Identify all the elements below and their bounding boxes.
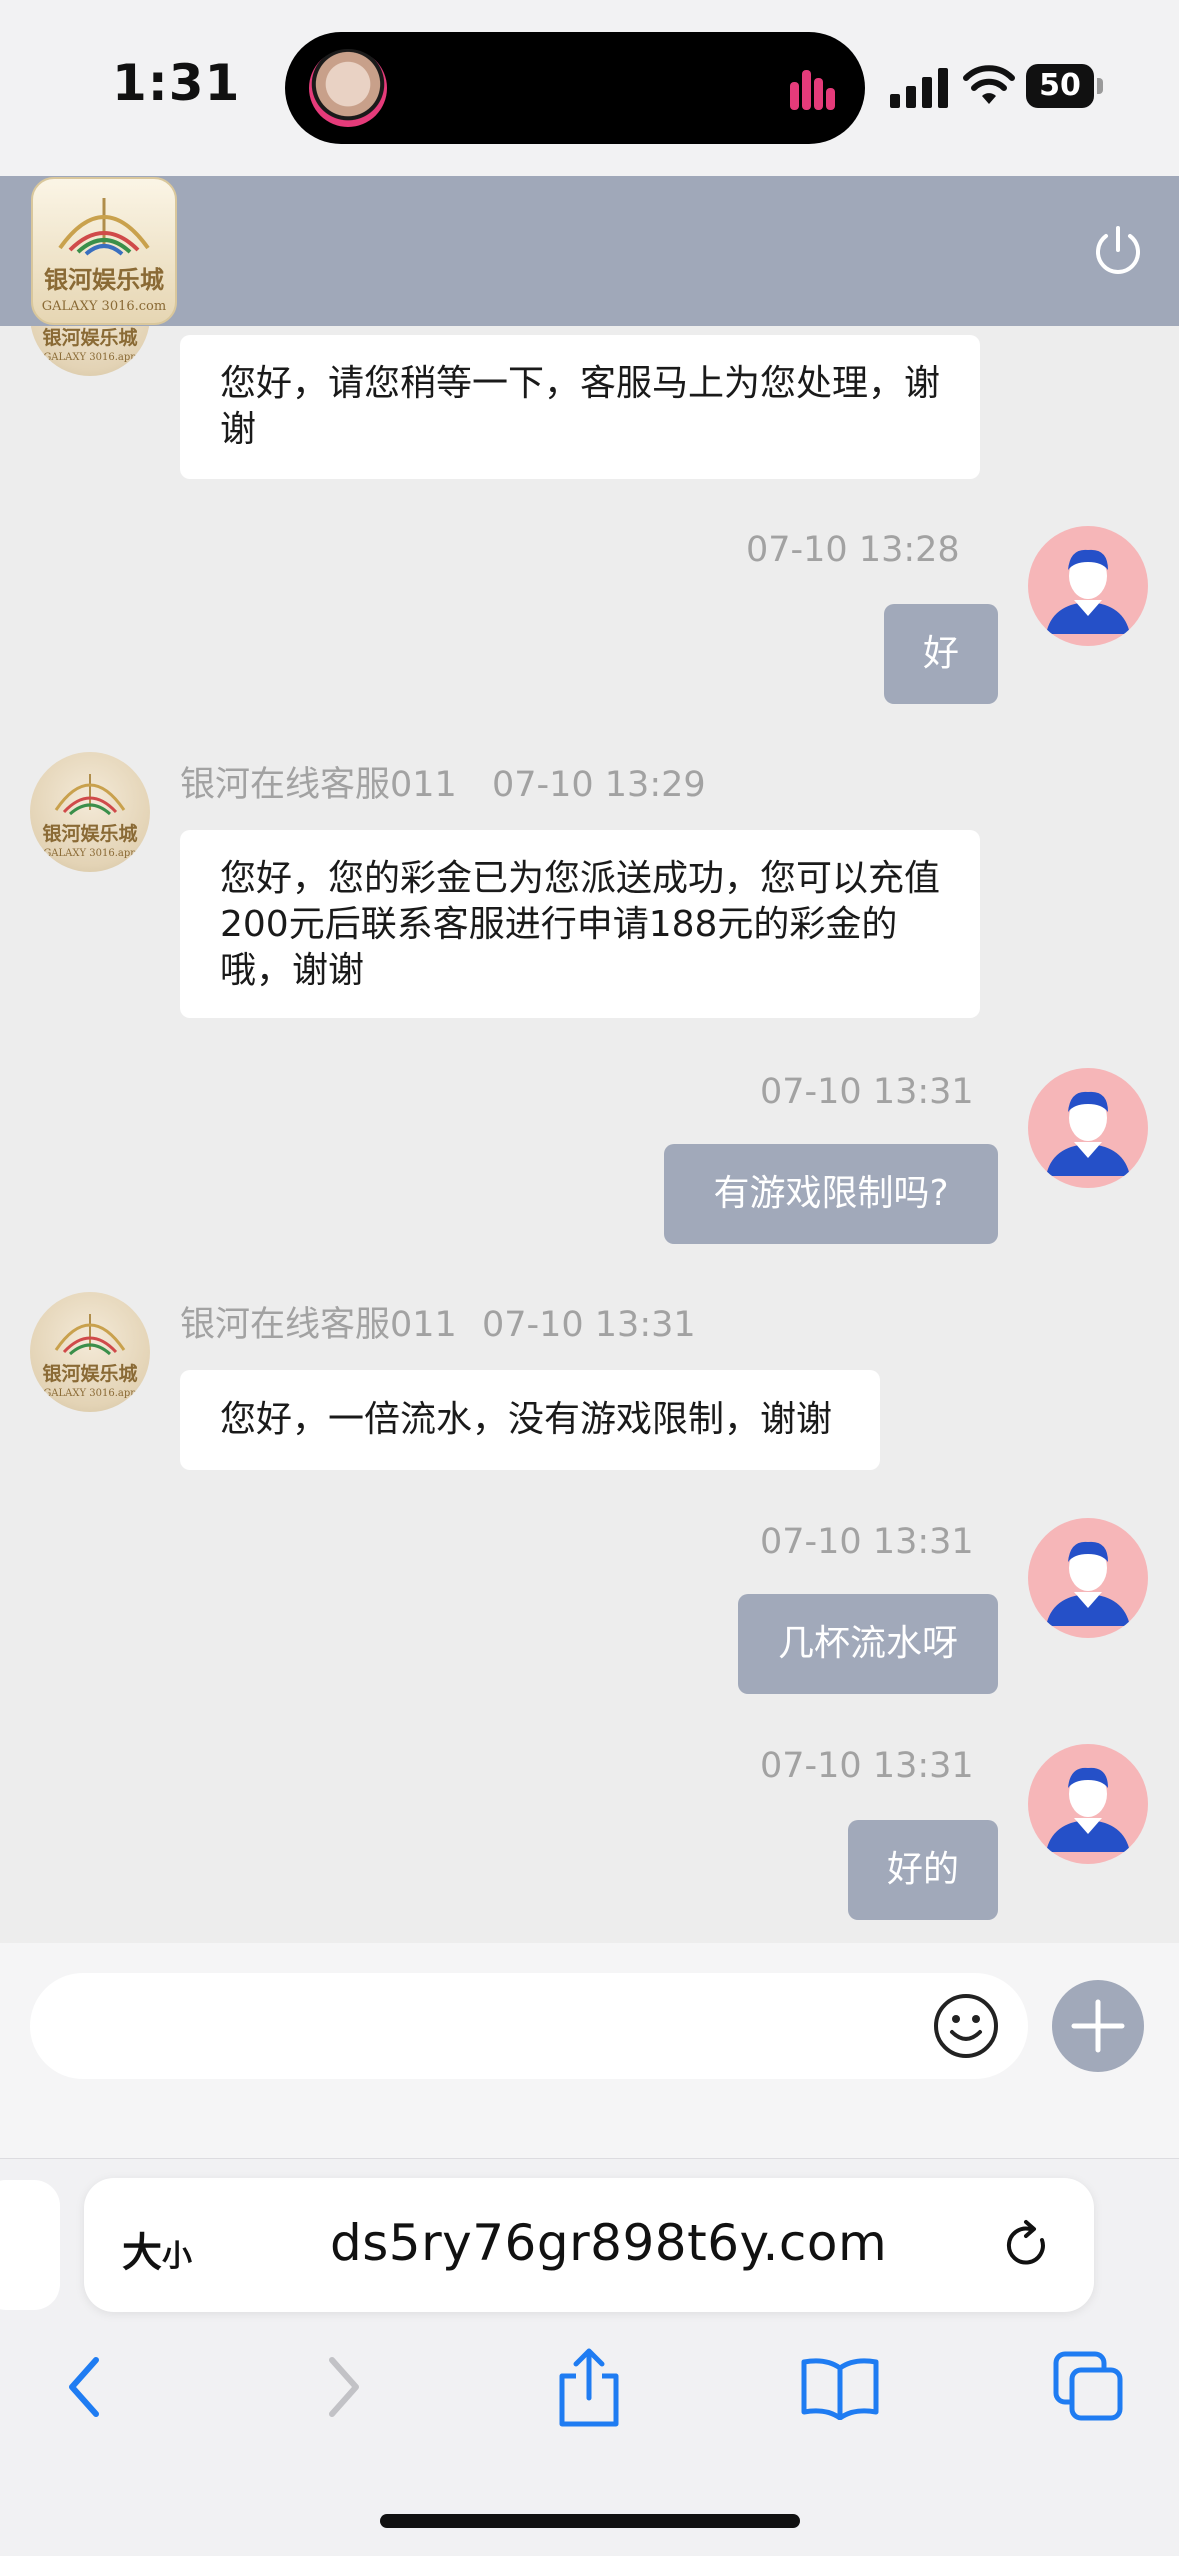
brand-logo-title: 银河娱乐城 (44, 265, 164, 294)
agent-message-meta: 银河在线客服011 07-10 13:31 (180, 1296, 696, 1347)
message-time: 07-10 13:31 (760, 1522, 974, 1562)
agent-message-bubble: 您好，一倍流水，没有游戏限制，谢谢 (180, 1370, 880, 1470)
user-avatar-icon (1046, 1767, 1130, 1852)
user-message-bubble: 几杯流水呀 (738, 1594, 998, 1694)
svg-text:GALAXY 3016.app: GALAXY 3016.app (43, 848, 136, 859)
previous-tab-preview[interactable] (0, 2180, 60, 2310)
brand-logo-subtitle: GALAXY 3016.com (42, 299, 166, 314)
agent-name: 银河在线客服011 (180, 1305, 457, 1345)
audio-bars-icon (790, 70, 835, 110)
agent-message-meta: 银河在线客服011 07-10 13:29 (180, 756, 706, 807)
battery-indicator: 50 (1026, 64, 1104, 108)
user-avatar[interactable] (1028, 1068, 1148, 1188)
add-attachment-button[interactable] (1052, 1980, 1144, 2072)
battery-tip (1097, 78, 1103, 94)
share-icon[interactable] (554, 2346, 624, 2430)
user-avatar-icon (1046, 549, 1130, 634)
back-icon[interactable] (64, 2354, 108, 2420)
wifi-icon (963, 65, 1015, 104)
message-time: 07-10 13:31 (481, 1305, 696, 1345)
brand-logo-icon: 银河娱乐城 GALAXY 3016.com (31, 177, 177, 325)
user-avatar-icon (1046, 1091, 1130, 1176)
text-size-button[interactable]: 大小 (122, 2220, 192, 2278)
reload-icon[interactable] (1000, 2218, 1056, 2274)
user-avatar[interactable] (1028, 526, 1148, 646)
user-avatar[interactable] (1028, 1518, 1148, 1638)
message-time: 07-10 13:29 (491, 765, 706, 805)
bookmarks-icon[interactable] (800, 2356, 880, 2420)
user-message-bubble: 好 (884, 604, 998, 704)
agent-avatar[interactable]: 银河娱乐城 GALAXY 3016.app (30, 1292, 150, 1412)
svg-text:GALAXY 3016.app: GALAXY 3016.app (43, 352, 136, 363)
message-input[interactable] (30, 1973, 1028, 2079)
url-text[interactable]: ds5ry76gr898t6y.com (330, 2214, 887, 2272)
plus-icon (1071, 1999, 1125, 2053)
svg-text:银河娱乐城: 银河娱乐城 (42, 822, 137, 845)
status-time: 1:31 (112, 54, 241, 112)
svg-text:银河娱乐城: 银河娱乐城 (42, 1362, 137, 1385)
now-playing-avatar-icon (309, 49, 387, 127)
user-avatar-icon (1046, 1541, 1130, 1626)
agent-avatar-logo-icon: 银河娱乐城 GALAXY 3016.app (42, 774, 138, 859)
cellular-signal-icon (890, 68, 948, 108)
message-time: 07-10 13:28 (746, 530, 960, 570)
tabs-icon[interactable] (1052, 2350, 1124, 2422)
battery-percent: 50 (1039, 68, 1081, 103)
smile-icon[interactable] (930, 1990, 1002, 2062)
message-time: 07-10 13:31 (760, 1072, 974, 1112)
agent-message-bubble: 您好，您的彩金已为您派送成功，您可以充值200元后联系客服进行申请188元的彩金… (180, 830, 980, 1018)
text-size-large-label: 大 (122, 2230, 162, 2276)
home-indicator[interactable] (380, 2514, 800, 2528)
svg-text:GALAXY 3016.app: GALAXY 3016.app (43, 1388, 136, 1399)
brand-logo: 银河娱乐城 GALAXY 3016.com (30, 176, 178, 326)
svg-text:银河娱乐城: 银河娱乐城 (42, 326, 137, 349)
power-icon[interactable] (1090, 222, 1146, 278)
message-time: 07-10 13:31 (760, 1746, 974, 1786)
agent-avatar[interactable]: 银河娱乐城 GALAXY 3016.app (30, 752, 150, 872)
agent-avatar-logo-icon: 银河娱乐城 GALAXY 3016.app (42, 1314, 138, 1399)
agent-message-bubble: 您好，请您稍等一下，客服马上为您处理，谢谢 (180, 335, 980, 479)
forward-icon[interactable] (320, 2354, 364, 2420)
user-avatar[interactable] (1028, 1744, 1148, 1864)
text-size-small-label: 小 (162, 2239, 192, 2274)
user-message-bubble: 好的 (848, 1820, 998, 1920)
user-message-bubble: 有游戏限制吗? (664, 1144, 998, 1244)
agent-name: 银河在线客服011 (180, 765, 457, 805)
